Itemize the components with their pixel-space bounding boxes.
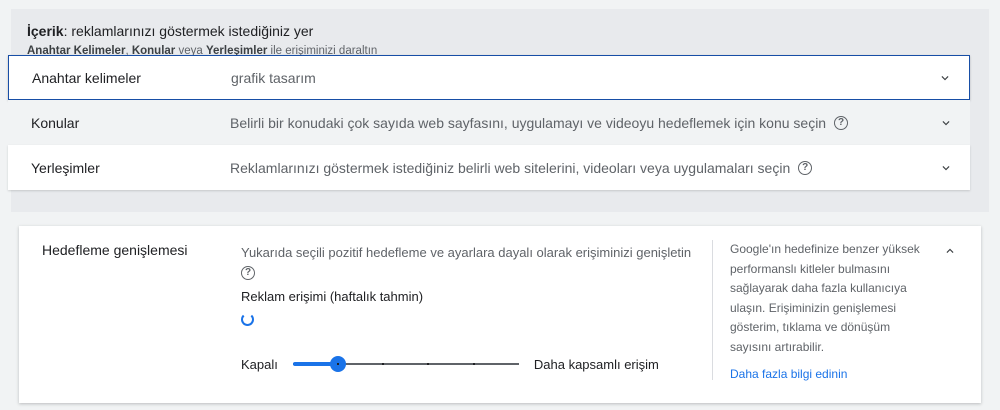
help-icon[interactable]: ? (241, 266, 255, 280)
content-title: İçerik: reklamlarınızı göstermek istediğ… (27, 23, 314, 39)
slider-tick (337, 363, 340, 365)
chevron-down-icon[interactable] (921, 71, 969, 85)
learn-more-link[interactable]: Daha fazla bilgi edinin (730, 367, 922, 381)
help-icon[interactable]: ? (834, 115, 849, 130)
reach-estimate-label: Reklam erişimi (haftalık tahmin) (241, 289, 424, 304)
topics-description: Belirli bir konudaki çok sayıda web sayf… (230, 115, 922, 131)
expansion-description: Yukarıda seçili pozitif hedefleme ve aya… (241, 245, 692, 280)
placements-row[interactable]: Yerleşimler Reklamlarınızı göstermek ist… (8, 145, 970, 190)
targeting-expansion-card: Hedefleme genişlemesi Yukarıda seçili po… (19, 226, 981, 403)
slider-tick (427, 363, 430, 365)
keywords-label: Anahtar kelimeler (32, 69, 141, 86)
expansion-slider[interactable] (292, 356, 519, 372)
chevron-down-icon[interactable] (922, 116, 970, 130)
chevron-down-icon[interactable] (922, 161, 970, 175)
slider-tick (472, 363, 475, 365)
expansion-label: Hedefleme genişlemesi (42, 242, 188, 258)
loading-spinner-icon (241, 313, 254, 326)
keywords-row[interactable]: Anahtar kelimeler grafik tasarım (8, 55, 970, 100)
help-icon[interactable]: ? (798, 160, 813, 175)
keywords-value: grafik tasarım (231, 69, 316, 86)
expansion-slider-row: Kapalı Daha kapsamlı erişim (241, 356, 659, 372)
topics-row[interactable]: Konular Belirli bir konudaki çok sayıda … (8, 100, 970, 145)
placements-label: Yerleşimler (31, 159, 100, 176)
placements-description: Reklamlarınızı göstermek istediğiniz bel… (230, 160, 922, 176)
topics-label: Konular (31, 114, 80, 131)
chevron-up-icon[interactable] (943, 244, 957, 263)
slider-max-label: Daha kapsamlı erişim (533, 356, 659, 372)
slider-tick (382, 363, 385, 365)
side-help-panel: Google'ın hedefinize benzer yüksek perfo… (712, 240, 922, 381)
slider-min-label: Kapalı (241, 356, 278, 372)
side-help-text: Google'ın hedefinize benzer yüksek perfo… (730, 242, 920, 354)
